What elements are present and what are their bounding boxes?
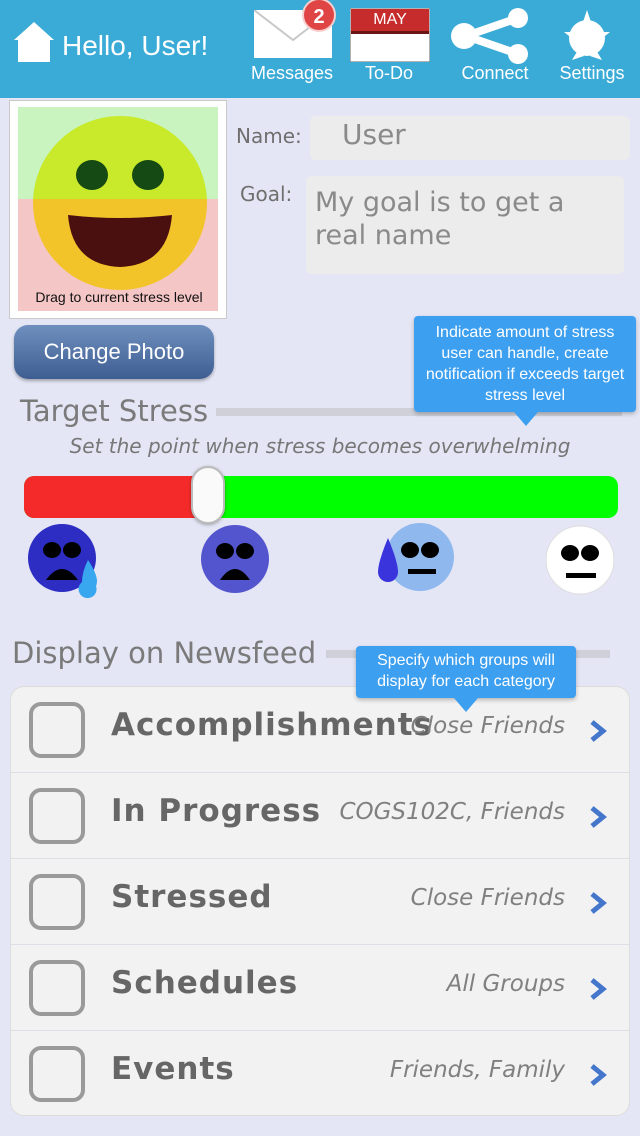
newsfeed-list: Accomplishments Close Friends In Progres… xyxy=(10,686,630,1116)
list-item-in-progress[interactable]: In Progress COGS102C, Friends xyxy=(11,773,629,859)
checkbox[interactable] xyxy=(29,1046,85,1102)
change-photo-button[interactable]: Change Photo xyxy=(14,325,214,379)
row-groups: Friends, Family xyxy=(389,1057,565,1083)
row-groups: COGS102C, Friends xyxy=(339,799,565,825)
home-icon[interactable] xyxy=(12,20,56,64)
stress-slider-thumb[interactable] xyxy=(191,466,225,524)
smiley-face-icon[interactable] xyxy=(32,115,208,291)
stress-tooltip-text: Indicate amount of stress user can handl… xyxy=(425,324,625,404)
list-item-accomplishments[interactable]: Accomplishments Close Friends xyxy=(11,687,629,773)
list-item-schedules[interactable]: Schedules All Groups xyxy=(11,945,629,1031)
row-label: Schedules xyxy=(111,965,299,1001)
row-groups: All Groups xyxy=(446,971,565,997)
share-icon xyxy=(451,8,528,64)
stress-slider-fill xyxy=(24,476,208,518)
top-bar: Hello, User! 2 Messages MAY To-Do Connec… xyxy=(0,0,640,98)
sad-face-icon xyxy=(201,525,269,593)
connect-label: Connect xyxy=(461,63,529,83)
goal-field[interactable]: My goal is to get a real name xyxy=(306,176,624,274)
chevron-right-icon[interactable] xyxy=(587,805,609,829)
stress-tooltip: Indicate amount of stress user can handl… xyxy=(414,316,636,426)
checkbox[interactable] xyxy=(29,874,85,930)
neutral-face-icon xyxy=(545,525,615,595)
connect-button[interactable]: Connect xyxy=(448,0,542,98)
checkbox[interactable] xyxy=(29,702,85,758)
tooltip-arrow xyxy=(514,412,538,426)
chevron-right-icon[interactable] xyxy=(587,891,609,915)
row-groups: Close Friends xyxy=(410,713,565,739)
checkbox[interactable] xyxy=(29,960,85,1016)
sweating-face-icon xyxy=(378,523,454,591)
greeting: Hello, User! xyxy=(62,30,209,61)
name-field[interactable]: User xyxy=(310,116,630,160)
chevron-right-icon[interactable] xyxy=(587,1063,609,1087)
chevron-right-icon[interactable] xyxy=(587,719,609,743)
stress-photo[interactable]: Drag to current stress level xyxy=(9,100,227,319)
list-item-events[interactable]: Events Friends, Family xyxy=(11,1031,629,1115)
chevron-right-icon[interactable] xyxy=(587,977,609,1001)
calendar-month: MAY xyxy=(373,11,407,28)
row-groups: Close Friends xyxy=(410,885,565,911)
todo-button[interactable]: MAY To-Do xyxy=(346,0,432,98)
messages-button[interactable]: 2 Messages xyxy=(246,0,338,98)
tooltip-arrow xyxy=(454,698,478,712)
name-label: Name: xyxy=(236,124,302,148)
messages-label: Messages xyxy=(250,63,334,83)
row-label: Accomplishments xyxy=(111,707,433,743)
row-label: In Progress xyxy=(111,793,322,829)
goal-label: Goal: xyxy=(240,182,293,206)
list-item-stressed[interactable]: Stressed Close Friends xyxy=(11,859,629,945)
newsfeed-tooltip-text: Specify which groups will display for ea… xyxy=(377,652,555,690)
newsfeed-title: Display on Newsfeed xyxy=(12,636,317,670)
row-label: Stressed xyxy=(111,879,273,915)
target-stress-title: Target Stress xyxy=(20,394,209,428)
settings-label: Settings xyxy=(559,63,625,83)
checkbox[interactable] xyxy=(29,788,85,844)
photo-caption: Drag to current stress level xyxy=(35,289,203,305)
row-label: Events xyxy=(111,1051,235,1087)
target-stress-subtitle: Set the point when stress becomes overwh… xyxy=(69,434,571,458)
stress-slider-track[interactable] xyxy=(24,476,618,518)
crying-face-icon xyxy=(28,524,97,598)
newsfeed-tooltip: Specify which groups will display for ea… xyxy=(356,646,576,712)
gear-icon xyxy=(564,10,610,60)
settings-button[interactable]: Settings xyxy=(552,0,632,98)
todo-label: To-Do xyxy=(364,63,413,83)
